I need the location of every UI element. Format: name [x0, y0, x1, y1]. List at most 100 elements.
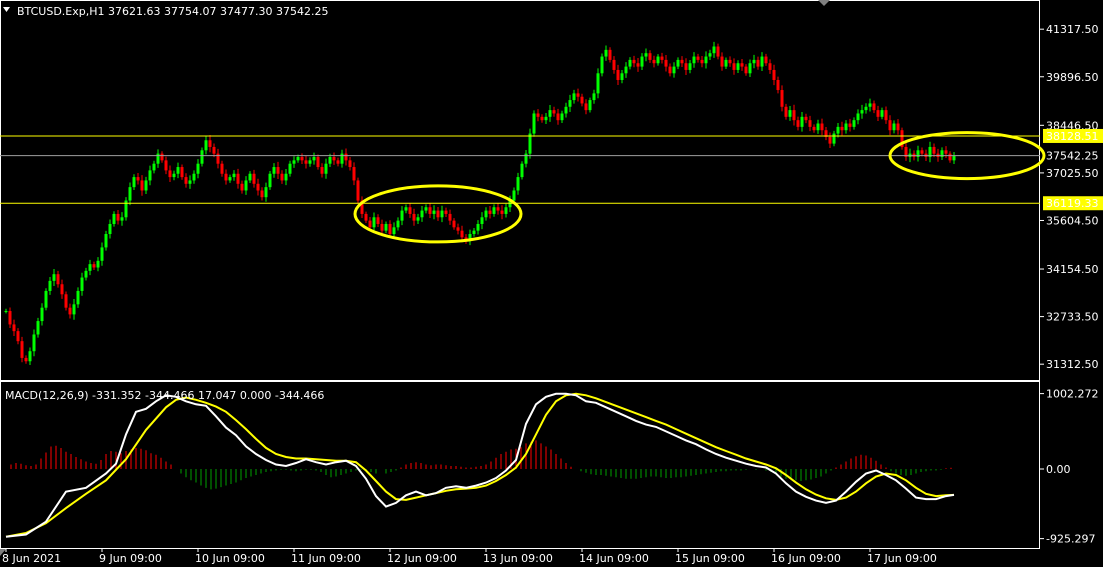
candle-body	[864, 106, 868, 111]
candle-body	[88, 264, 92, 271]
chart-root: 41317.5039896.5038446.5037025.5035604.50…	[0, 0, 1103, 565]
candle-body	[308, 160, 312, 164]
candle-body	[756, 59, 760, 67]
candle-body	[728, 59, 732, 64]
candle-body	[672, 66, 676, 74]
candle-body	[688, 63, 692, 70]
candle-body	[608, 49, 612, 60]
candle-body	[384, 223, 388, 231]
price-axis-label: 37025.50	[1046, 167, 1099, 180]
candle-body	[4, 311, 8, 313]
candle-body	[444, 210, 448, 214]
candle-body	[276, 167, 280, 174]
candle-body	[532, 113, 536, 134]
candle-body	[460, 230, 464, 238]
candle-body	[764, 56, 768, 64]
candle-body	[836, 126, 840, 134]
macd-axis-label: 1002.272	[1046, 388, 1099, 401]
candle-body	[648, 53, 652, 60]
candle-body	[952, 155, 956, 161]
candle-body	[700, 59, 704, 64]
candle-body	[16, 331, 20, 342]
candle-body	[272, 167, 276, 174]
candle-body	[552, 110, 556, 114]
candle-body	[500, 210, 504, 214]
candle-body	[188, 180, 192, 184]
candle-body	[636, 63, 640, 67]
candle-body	[96, 260, 100, 268]
time-axis-label: 11 Jun 09:00	[291, 552, 361, 565]
candle-body	[480, 217, 484, 224]
candle-body	[304, 160, 308, 164]
candle-body	[536, 113, 540, 117]
candle-body	[64, 294, 68, 308]
chart-shift-marker-icon[interactable]	[818, 0, 830, 6]
candle-body	[176, 167, 180, 174]
symbol-menu-arrow-icon[interactable]	[3, 7, 10, 12]
candle-body	[752, 59, 756, 64]
candle-body	[860, 110, 864, 114]
candle-body	[612, 59, 616, 70]
candle-body	[244, 180, 248, 191]
candle-body	[492, 207, 496, 214]
price-axis-label: 32733.50	[1046, 311, 1099, 324]
candle-body	[292, 160, 296, 164]
candle-body	[24, 357, 28, 362]
candle-body	[624, 66, 628, 74]
candle-body	[548, 110, 552, 117]
macd-axis-label: 0.00	[1046, 463, 1071, 476]
candle-body	[320, 167, 324, 174]
candle-body	[8, 311, 12, 325]
candle-body	[12, 324, 16, 332]
candle-body	[856, 113, 860, 121]
candle-body	[196, 163, 200, 174]
candle-body	[84, 270, 88, 278]
candle-body	[784, 106, 788, 117]
candle-body	[256, 183, 260, 191]
candle-body	[600, 56, 604, 74]
candle-body	[204, 140, 208, 151]
candle-body	[68, 307, 72, 315]
candle-body	[316, 157, 320, 168]
candle-body	[412, 213, 416, 221]
candle-body	[36, 321, 40, 335]
candle-body	[312, 157, 316, 161]
macd-axis-label: -925.297	[1046, 533, 1095, 546]
candle-body	[560, 113, 564, 121]
candle-body	[408, 207, 412, 214]
candle-body	[920, 150, 924, 154]
candle-body	[712, 46, 716, 54]
candle-body	[52, 274, 56, 281]
candle-body	[684, 63, 688, 70]
candle-body	[944, 150, 948, 154]
candle-body	[332, 157, 336, 161]
candle-body	[628, 59, 632, 67]
candle-body	[48, 280, 52, 291]
candle-body	[692, 56, 696, 64]
candle-body	[388, 223, 392, 235]
candle-body	[840, 126, 844, 131]
candle-body	[496, 207, 500, 211]
candle-body	[324, 163, 328, 174]
candle-body	[580, 96, 584, 104]
candle-body	[164, 160, 168, 171]
candle-body	[380, 223, 384, 231]
candle-body	[520, 163, 524, 178]
candle-body	[588, 100, 592, 111]
candle-body	[268, 173, 272, 188]
candle-body	[852, 120, 856, 127]
candle-body	[184, 177, 188, 184]
candle-body	[128, 187, 132, 201]
candle-body	[132, 177, 136, 188]
candle-body	[180, 167, 184, 178]
candle-body	[796, 120, 800, 127]
candle-body	[696, 56, 700, 60]
candle-body	[892, 123, 896, 131]
candle-body	[884, 110, 888, 121]
candle-body	[504, 207, 508, 214]
candle-body	[192, 173, 196, 181]
candle-body	[652, 59, 656, 64]
candle-body	[328, 157, 332, 164]
candle-body	[284, 173, 288, 181]
candle-body	[436, 210, 440, 218]
